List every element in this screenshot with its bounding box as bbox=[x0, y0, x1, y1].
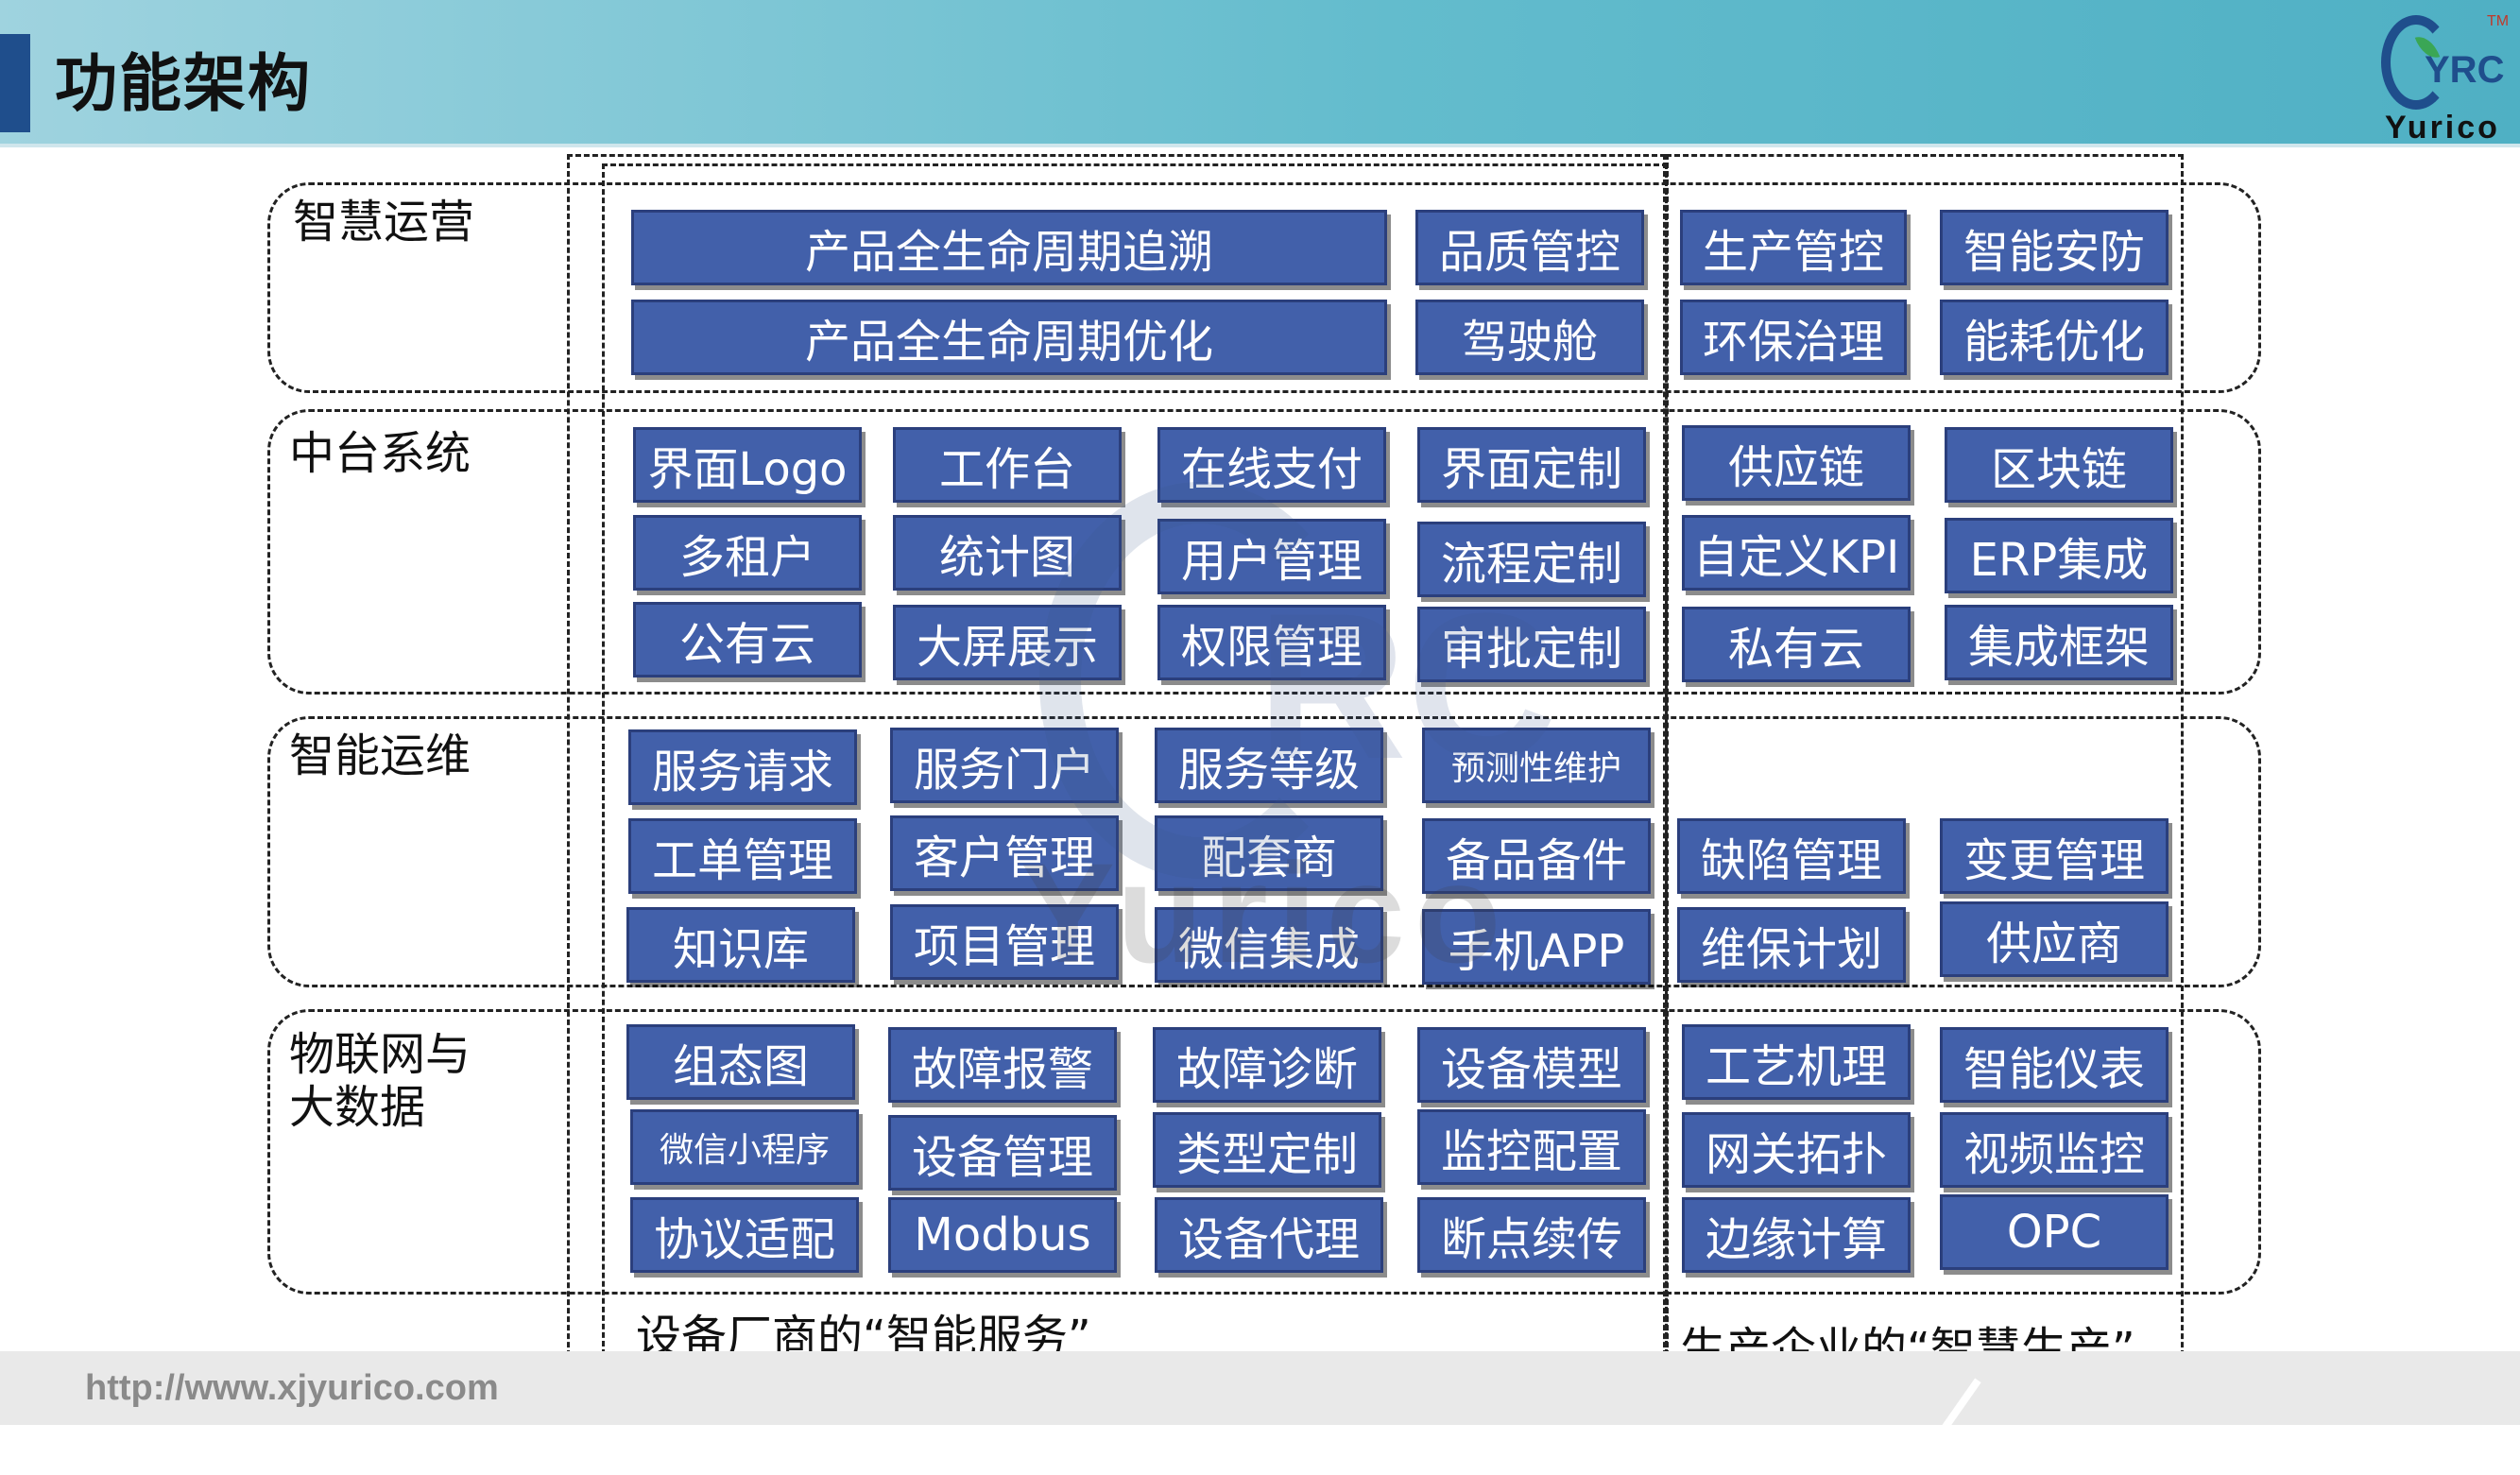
module-box[interactable]: 界面Logo bbox=[633, 427, 862, 503]
module-box[interactable]: 服务等级 bbox=[1155, 728, 1383, 803]
module-box[interactable]: 视频监控 bbox=[1940, 1112, 2169, 1188]
module-box[interactable]: 审批定制 bbox=[1417, 607, 1646, 682]
module-box[interactable]: 维保计划 bbox=[1677, 907, 1906, 983]
module-box[interactable]: ERP集成 bbox=[1945, 518, 2173, 593]
module-box[interactable]: 生产管控 bbox=[1680, 210, 1907, 285]
module-box[interactable]: 组态图 bbox=[626, 1024, 855, 1100]
module-box[interactable]: 环保治理 bbox=[1680, 300, 1907, 375]
module-box[interactable]: 供应链 bbox=[1682, 425, 1911, 501]
header-bar bbox=[0, 0, 2520, 147]
module-box[interactable]: 变更管理 bbox=[1940, 818, 2169, 894]
module-box[interactable]: 多租户 bbox=[633, 515, 862, 591]
logo-name: Yurico bbox=[2385, 110, 2500, 146]
module-box[interactable]: 微信小程序 bbox=[630, 1109, 859, 1185]
module-box[interactable]: 监控配置 bbox=[1417, 1109, 1646, 1185]
module-box[interactable]: 预测性维护 bbox=[1422, 728, 1651, 803]
module-box[interactable]: 设备管理 bbox=[888, 1115, 1117, 1191]
row-label: 物联网与大数据 bbox=[289, 1028, 471, 1134]
module-box[interactable]: 设备模型 bbox=[1417, 1027, 1646, 1103]
module-box[interactable]: 项目管理 bbox=[890, 904, 1119, 980]
module-box[interactable]: 权限管理 bbox=[1157, 605, 1386, 680]
module-box[interactable]: 客户管理 bbox=[890, 815, 1119, 891]
module-box[interactable]: 边缘计算 bbox=[1682, 1197, 1911, 1273]
module-box[interactable]: 大屏展示 bbox=[893, 605, 1122, 680]
module-box[interactable]: 驾驶舱 bbox=[1415, 300, 1644, 375]
module-box[interactable]: 智能安防 bbox=[1940, 210, 2169, 285]
module-box[interactable]: 产品全生命周期优化 bbox=[631, 300, 1387, 375]
module-box[interactable]: 能耗优化 bbox=[1940, 300, 2169, 375]
row-label: 智能运维 bbox=[289, 729, 471, 782]
title-accent-bar bbox=[0, 34, 30, 132]
module-box[interactable]: 产品全生命周期追溯 bbox=[631, 210, 1387, 285]
module-box[interactable]: 手机APP bbox=[1422, 909, 1651, 985]
module-box[interactable]: 界面定制 bbox=[1417, 427, 1646, 503]
module-box[interactable]: 故障诊断 bbox=[1153, 1027, 1381, 1103]
module-box[interactable]: 微信集成 bbox=[1155, 907, 1383, 983]
row-label: 智慧运营 bbox=[293, 196, 475, 249]
module-box[interactable]: 服务请求 bbox=[628, 729, 857, 805]
module-box[interactable]: OPC bbox=[1940, 1194, 2169, 1270]
module-box[interactable]: 工单管理 bbox=[628, 818, 857, 894]
module-box[interactable]: 自定义KPI bbox=[1682, 515, 1911, 591]
module-box[interactable]: 用户管理 bbox=[1157, 519, 1386, 594]
module-box[interactable]: 故障报警 bbox=[888, 1027, 1117, 1103]
module-box[interactable]: 品质管控 bbox=[1415, 210, 1644, 285]
module-box[interactable]: 备品备件 bbox=[1422, 818, 1651, 894]
page-title: 功能架构 bbox=[55, 47, 312, 120]
module-box[interactable]: 集成框架 bbox=[1945, 605, 2173, 680]
logo-trademark: TM bbox=[2487, 13, 2510, 29]
module-box[interactable]: 区块链 bbox=[1945, 427, 2173, 503]
yurico-logo: YRC TM Yurico bbox=[2372, 9, 2513, 146]
module-box[interactable]: 工艺机理 bbox=[1682, 1024, 1911, 1100]
module-box[interactable]: Modbus bbox=[888, 1197, 1117, 1273]
module-box[interactable]: 配套商 bbox=[1155, 815, 1383, 891]
module-box[interactable]: 流程定制 bbox=[1417, 522, 1646, 597]
module-box[interactable]: 缺陷管理 bbox=[1677, 818, 1906, 894]
module-box[interactable]: 在线支付 bbox=[1157, 427, 1386, 503]
module-box[interactable]: 网关拓扑 bbox=[1682, 1112, 1911, 1188]
module-box[interactable]: 统计图 bbox=[893, 515, 1122, 591]
module-box[interactable]: 设备代理 bbox=[1155, 1197, 1383, 1273]
module-box[interactable]: 知识库 bbox=[626, 907, 855, 983]
logo-text: YRC bbox=[2425, 49, 2505, 91]
module-box[interactable]: 断点续传 bbox=[1417, 1197, 1646, 1273]
row-label: 中台系统 bbox=[289, 427, 471, 480]
module-box[interactable]: 公有云 bbox=[633, 602, 862, 677]
module-box[interactable]: 工作台 bbox=[893, 427, 1122, 503]
module-box[interactable]: 智能仪表 bbox=[1940, 1027, 2169, 1103]
module-box[interactable]: 供应商 bbox=[1940, 901, 2169, 977]
module-box[interactable]: 类型定制 bbox=[1153, 1112, 1381, 1188]
footer-url[interactable]: http://www.xjyurico.com bbox=[85, 1368, 499, 1409]
module-box[interactable]: 私有云 bbox=[1682, 607, 1911, 682]
module-box[interactable]: 服务门户 bbox=[890, 728, 1119, 803]
module-box[interactable]: 协议适配 bbox=[630, 1197, 859, 1273]
